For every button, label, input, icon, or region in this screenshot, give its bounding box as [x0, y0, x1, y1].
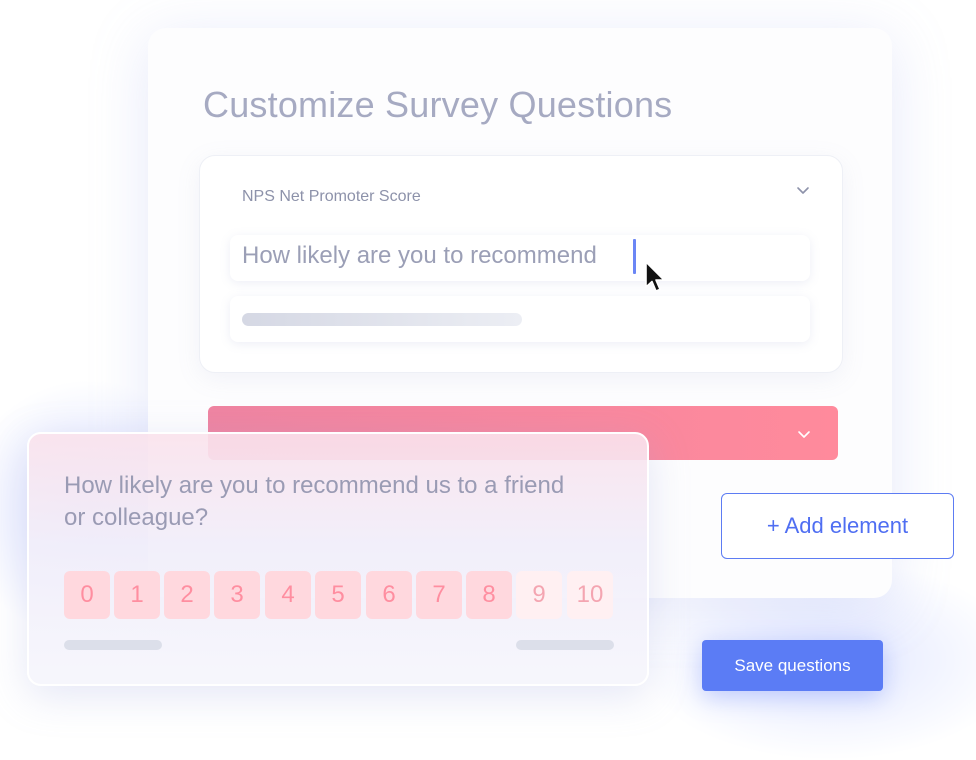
page-title: Customize Survey Questions	[203, 84, 673, 125]
scale-low-caption-placeholder	[64, 640, 162, 650]
nps-option-9[interactable]: 9	[516, 571, 562, 619]
nps-option-5[interactable]: 5	[315, 571, 361, 619]
chevron-down-icon[interactable]	[796, 427, 812, 443]
question-type-label: NPS Net Promoter Score	[242, 188, 421, 205]
description-placeholder-bar	[242, 313, 522, 326]
nps-option-0[interactable]: 0	[64, 571, 110, 619]
nps-option-6[interactable]: 6	[366, 571, 412, 619]
text-caret	[633, 239, 636, 274]
chevron-down-icon[interactable]	[795, 183, 811, 199]
add-element-button[interactable]: + Add element	[721, 493, 954, 559]
mouse-pointer-icon	[645, 261, 665, 292]
nps-option-7[interactable]: 7	[416, 571, 462, 619]
nps-option-4[interactable]: 4	[265, 571, 311, 619]
nps-option-10[interactable]: 10	[567, 571, 613, 619]
nps-option-8[interactable]: 8	[466, 571, 512, 619]
nps-option-2[interactable]: 2	[164, 571, 210, 619]
question-text-value: How likely are you to recommend	[242, 242, 597, 269]
save-questions-button[interactable]: Save questions	[702, 640, 883, 691]
nps-option-1[interactable]: 1	[114, 571, 160, 619]
preview-question-text: How likely are you to recommend us to a …	[64, 472, 565, 531]
scale-high-caption-placeholder	[516, 640, 614, 650]
nps-option-3[interactable]: 3	[214, 571, 260, 619]
